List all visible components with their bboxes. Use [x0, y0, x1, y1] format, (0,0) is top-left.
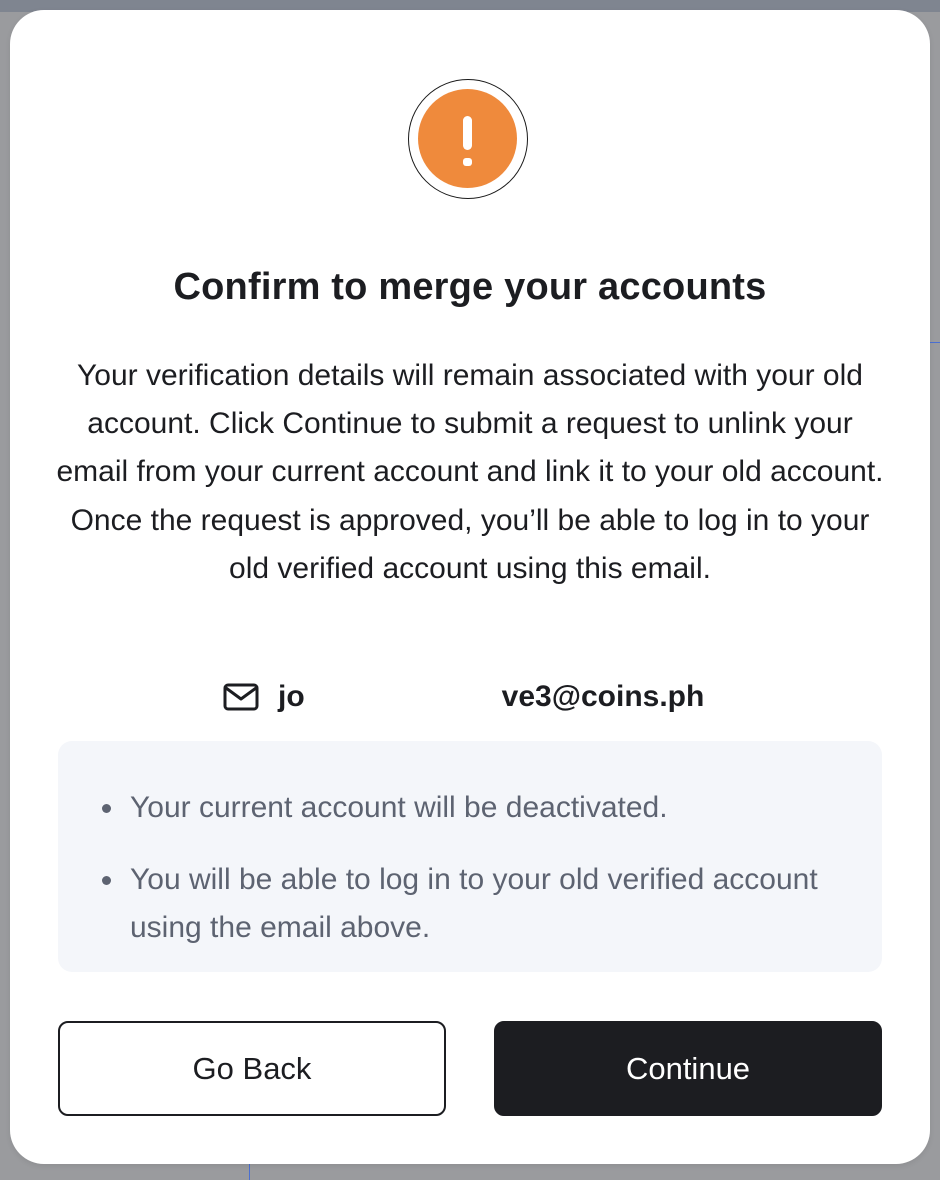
email-text-start: jo [278, 680, 305, 713]
dialog-title: Confirm to merge your accounts [173, 266, 767, 308]
dialog-description: Your verification details will remain as… [56, 359, 884, 585]
alert-badge [408, 79, 528, 199]
email-text-end: ve3@coins.ph [501, 680, 705, 713]
go-back-button[interactable]: Go Back [58, 1021, 446, 1116]
list-item: You will be able to log in to your old v… [102, 856, 830, 952]
background-divider [249, 1162, 250, 1180]
consequences-notice: Your current account will be deactivated… [58, 741, 882, 972]
exclamation-icon [418, 89, 517, 188]
background-divider [930, 342, 940, 343]
mail-icon [223, 683, 259, 711]
continue-button[interactable]: Continue [494, 1021, 882, 1116]
merge-accounts-dialog: Confirm to merge your accounts Your veri… [10, 10, 930, 1164]
email-row: jo ve3@coins.ph [222, 674, 704, 720]
list-item: Your current account will be deactivated… [102, 784, 830, 832]
